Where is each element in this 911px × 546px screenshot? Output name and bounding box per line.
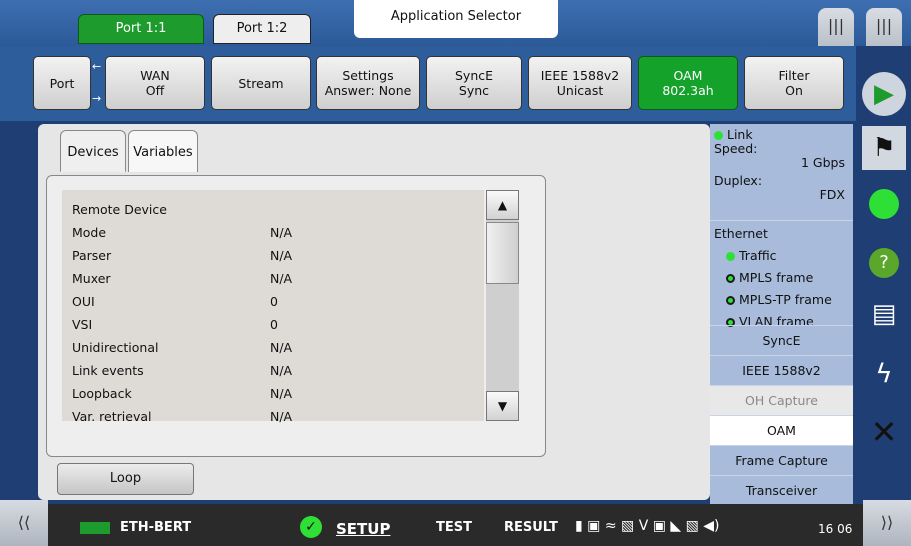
tab-wan[interactable]: WAN Off xyxy=(105,56,205,110)
frame-capture-button[interactable]: Frame Capture xyxy=(710,445,853,475)
device-list: Remote Device Mode N/A Parser N/A Muxer N/A… xyxy=(62,190,484,424)
arrow-right-icon: ← xyxy=(92,60,102,73)
scroll-left-icon[interactable]: ⟨⟨ xyxy=(0,500,48,546)
arrow-left-icon: → xyxy=(92,92,102,105)
setup-link[interactable]: SETUP xyxy=(336,520,390,538)
tab-filter[interactable]: Filter On xyxy=(744,56,844,110)
list-header: Remote Device xyxy=(72,202,167,217)
oam-button[interactable]: OAM xyxy=(710,415,853,445)
list-item: Loopback N/A xyxy=(72,386,293,401)
synce-button[interactable]: SyncE xyxy=(710,325,853,355)
test-link[interactable]: TEST xyxy=(436,520,472,535)
link-indicator xyxy=(714,131,723,140)
list-item: VSI 0 xyxy=(72,317,278,332)
status-led-icon[interactable] xyxy=(862,182,906,226)
app-name: ETH-BERT xyxy=(120,520,192,535)
application-selector[interactable]: Application Selector xyxy=(354,0,558,38)
tab-oam[interactable]: OAM 802.3ah xyxy=(638,56,738,110)
tab-port[interactable]: Port xyxy=(33,56,91,110)
tab-settings[interactable]: Settings Answer: None xyxy=(316,56,420,110)
port-1-1-tab[interactable]: Port 1:1 xyxy=(78,14,204,44)
scroll-up-icon[interactable]: ▲ xyxy=(486,190,519,220)
mpls-indicator xyxy=(726,274,735,283)
side-menu-icon[interactable]: ||| xyxy=(866,8,902,46)
port-1-2-tab[interactable]: Port 1:2 xyxy=(213,14,311,44)
report-icon[interactable]: ▤ xyxy=(862,292,906,336)
lightning-icon[interactable]: ϟ xyxy=(862,352,906,396)
list-item: Mode N/A xyxy=(72,225,293,240)
list-item: Unidirectional N/A xyxy=(72,340,293,355)
traffic-light-icon[interactable]: ⚑ xyxy=(862,126,906,170)
scrollbar[interactable]: ▲ ▼ xyxy=(486,190,519,421)
tab-variables[interactable]: Variables xyxy=(128,130,198,172)
result-link[interactable]: RESULT xyxy=(504,520,558,535)
list-item: Parser N/A xyxy=(72,248,293,263)
list-item: Var. retrieval N/A xyxy=(72,409,293,424)
tab-ieee1588[interactable]: IEEE 1588v2 Unicast xyxy=(528,56,632,110)
traffic-indicator xyxy=(726,252,735,261)
oh-capture-button[interactable]: OH Capture xyxy=(710,385,853,415)
scroll-thumb[interactable] xyxy=(486,222,519,284)
scroll-down-icon[interactable]: ▼ xyxy=(486,391,519,421)
check-icon: ✓ xyxy=(300,516,322,538)
tab-synce[interactable]: SyncE Sync xyxy=(426,56,522,110)
help-icon[interactable]: ? xyxy=(862,238,906,282)
ieee1588-button[interactable]: IEEE 1588v2 xyxy=(710,355,853,385)
list-item: Muxer N/A xyxy=(72,271,293,286)
scroll-right-icon[interactable]: ⟩⟩ xyxy=(863,500,911,546)
close-icon[interactable]: ✕ xyxy=(862,410,906,454)
app-icon xyxy=(80,522,110,534)
tab-stream[interactable]: Stream xyxy=(211,56,311,110)
mplstp-indicator xyxy=(726,296,735,305)
clock: 16 06 xyxy=(818,522,853,536)
list-item: OUI 0 xyxy=(72,294,278,309)
list-item: Link events N/A xyxy=(72,363,293,378)
tab-devices[interactable]: Devices xyxy=(60,130,126,172)
loop-button[interactable]: Loop xyxy=(57,463,194,495)
transceiver-button[interactable]: Transceiver xyxy=(710,475,853,505)
play-icon[interactable]: ▶ xyxy=(862,72,906,116)
status-panel: Link Speed: 1 Gbps Duplex: FDX Ethernet … xyxy=(710,124,853,504)
status-icons: ▮ ▣ ≈ ▧ V ▣ ◣ ▧ ◀) xyxy=(575,518,720,534)
panel-menu-icon[interactable]: ||| xyxy=(818,8,854,46)
